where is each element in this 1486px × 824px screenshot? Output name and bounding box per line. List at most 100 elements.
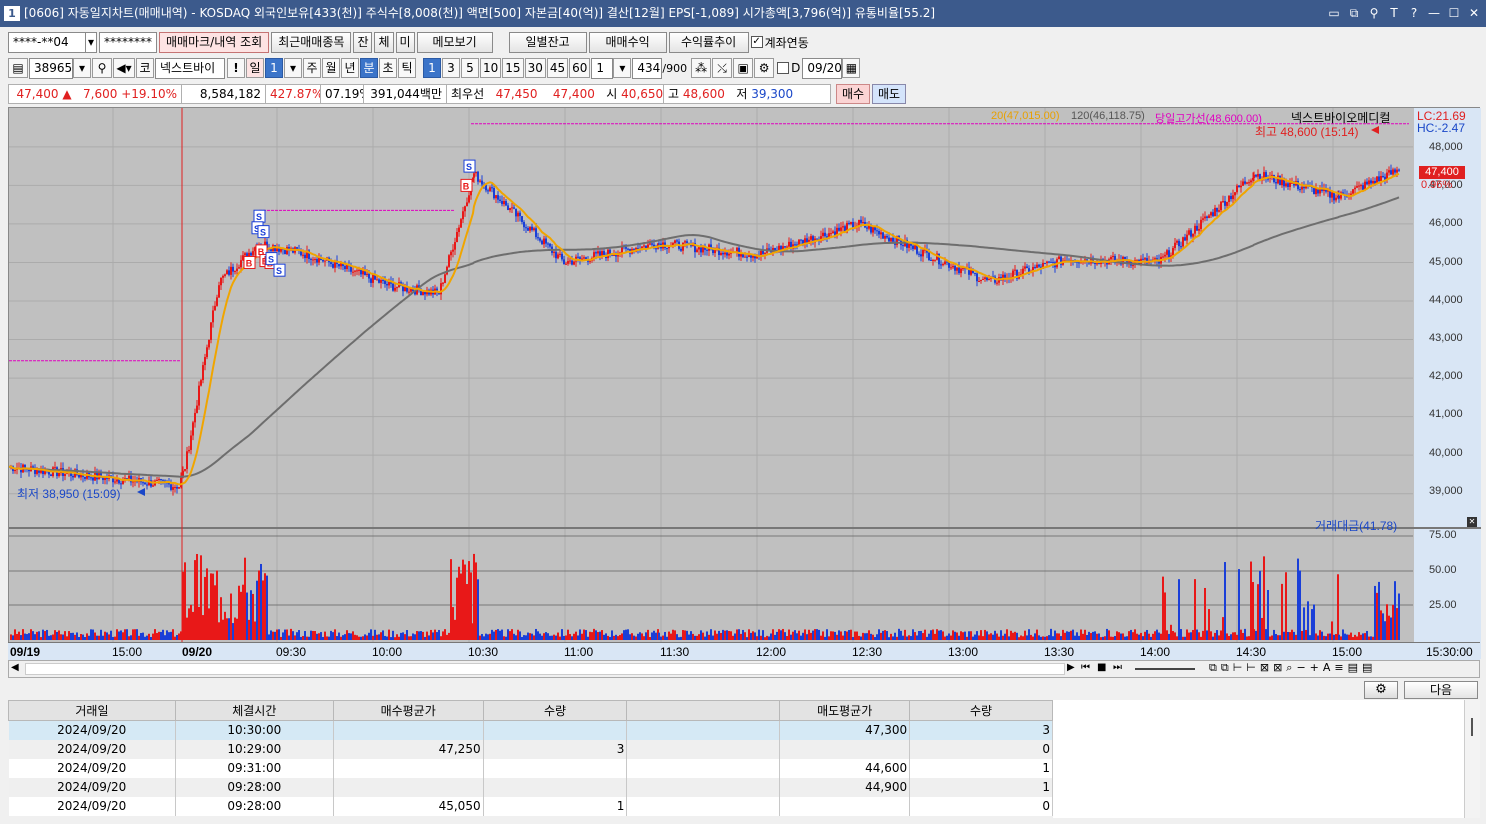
account-link-checkbox[interactable]: ✓ <box>750 36 763 48</box>
chart-canvas[interactable]: SSSBBBBSSSB <box>9 108 1481 642</box>
table-row[interactable]: 2024/09/20 09:28:00 45,050 1 0 <box>8 796 1053 816</box>
filled-button[interactable]: 체 <box>374 31 394 53</box>
sell-button[interactable]: 매도 <box>872 84 906 104</box>
col-sell-avg[interactable]: 매도평균가 <box>779 700 911 721</box>
period-second[interactable]: 초 <box>379 58 397 78</box>
minute-10[interactable]: 10 <box>480 58 502 78</box>
pin-icon[interactable]: ⚲ <box>1368 0 1380 27</box>
alert-icon[interactable]: ! <box>227 58 245 78</box>
help-icon[interactable]: ? <box>1408 0 1420 27</box>
search-icon[interactable]: ⚲ <box>92 58 112 78</box>
candle-body <box>954 265 956 271</box>
volume-bar <box>1297 558 1299 640</box>
volume-bar <box>950 635 952 640</box>
buy-button[interactable]: 매수 <box>836 84 870 104</box>
table-row[interactable]: 2024/09/20 09:31:00 44,600 1 <box>8 758 1053 778</box>
dock-icon[interactable]: ▭ <box>1328 0 1340 27</box>
table-row[interactable]: 2024/09/20 10:30:00 47,300 3 <box>8 720 1053 740</box>
maximize-button[interactable]: ☐ <box>1448 0 1460 27</box>
password-input[interactable]: ******** <box>99 31 157 53</box>
return-trend-button[interactable]: 수익률추이 <box>668 31 749 53</box>
trade-profit-button[interactable]: 매매수익 <box>588 31 667 53</box>
table-cell <box>626 777 781 797</box>
candle-body <box>944 261 946 265</box>
table-row[interactable]: 2024/09/20 09:28:00 44,900 1 <box>8 777 1053 797</box>
period-year[interactable]: 년 <box>341 58 359 78</box>
stop-icon[interactable]: ■ <box>1097 662 1106 673</box>
recent-trades-button[interactable]: 최근매매종목 <box>271 31 352 53</box>
period-minute[interactable]: 분 <box>360 58 378 78</box>
period-day[interactable]: 일 <box>246 58 264 78</box>
volume-bar <box>906 636 908 640</box>
candle-body <box>220 277 222 286</box>
volume-bar <box>860 636 862 640</box>
scroll-right-icon[interactable]: ▶ <box>1067 662 1075 673</box>
indicator-icon[interactable]: ⁂ <box>691 58 712 78</box>
forward-icon[interactable]: ⏭ <box>1113 662 1122 673</box>
col-buy-avg[interactable]: 매수평균가 <box>332 700 484 721</box>
count-select[interactable]: 1 <box>591 57 614 79</box>
date-input[interactable]: 09/20 <box>802 57 843 79</box>
col-sell-qty[interactable]: 수량 <box>909 700 1053 721</box>
zoom-slider[interactable] <box>1135 668 1195 670</box>
grid-settings-icon[interactable]: ⚙ <box>1364 681 1398 699</box>
minute-45[interactable]: 45 <box>546 58 569 78</box>
daily-balance-button[interactable]: 일별잔고 <box>508 31 587 53</box>
save-icon[interactable]: ▣ <box>733 58 754 78</box>
draw-tool-icon[interactable]: ⤯ <box>712 58 733 78</box>
period-week[interactable]: 주 <box>303 58 321 78</box>
period-dropdown-icon[interactable]: ▾ <box>284 58 302 78</box>
trade-mark-query-button[interactable]: 매매마크/내역 조회 <box>159 31 270 53</box>
minute-1[interactable]: 1 <box>423 58 441 78</box>
minimize-button[interactable]: — <box>1428 0 1440 27</box>
cascade-icon[interactable]: ⧉ <box>1348 0 1360 27</box>
minute-60[interactable]: 60 <box>569 58 591 78</box>
count-dropdown-icon[interactable]: ▾ <box>613 58 632 78</box>
minute-3[interactable]: 3 <box>442 58 460 78</box>
candle-body <box>384 280 386 285</box>
col-trade-time[interactable]: 체결시간 <box>174 700 334 721</box>
table-row[interactable]: 2024/09/20 10:29:00 47,250 3 0 <box>8 739 1053 759</box>
close-button[interactable]: ✕ <box>1468 0 1480 27</box>
account-dropdown-icon[interactable]: ▾ <box>85 31 97 53</box>
sound-icon[interactable]: ◀▾ <box>113 58 135 78</box>
close-pane-icon[interactable]: ✕ <box>1467 517 1477 527</box>
period-tick[interactable]: 틱 <box>398 58 416 78</box>
volume-bar <box>828 636 830 640</box>
count-input[interactable]: 434 <box>632 57 663 79</box>
calendar-icon[interactable]: ▦ <box>842 58 861 78</box>
settings-icon[interactable]: ⚙ <box>754 58 775 78</box>
period-day-count[interactable]: 1 <box>265 58 283 78</box>
minute-30[interactable]: 30 <box>524 58 546 78</box>
unfilled-button[interactable]: 미 <box>395 31 415 53</box>
volume-bar <box>1078 635 1080 640</box>
date-checkbox[interactable] <box>777 62 790 74</box>
volume-bar <box>728 630 730 640</box>
rewind-icon[interactable]: ⏮ <box>1081 662 1090 673</box>
minute-15[interactable]: 15 <box>502 58 524 78</box>
account-input[interactable]: ****-**04 <box>8 31 86 53</box>
col-trade-date[interactable]: 거래일 <box>8 700 176 721</box>
col-buy-qty[interactable]: 수량 <box>482 700 628 721</box>
next-button[interactable]: 다음 <box>1404 681 1478 699</box>
chart-type-icon[interactable]: ▤ <box>8 58 28 78</box>
stock-code-input[interactable]: 389650 <box>29 57 80 79</box>
font-icon[interactable]: T <box>1388 0 1400 27</box>
volume-bar <box>495 629 497 640</box>
table-scrollbar[interactable] <box>1464 700 1480 818</box>
scroll-thumb[interactable] <box>25 663 1065 675</box>
code-dropdown-icon[interactable]: ▾ <box>73 58 91 78</box>
memo-button[interactable]: 메모보기 <box>416 31 493 53</box>
period-month[interactable]: 월 <box>322 58 340 78</box>
volume-bar <box>992 634 994 640</box>
volume-bar <box>66 636 68 640</box>
stock-name-field[interactable]: 넥스트바이 <box>155 57 225 79</box>
volume-bar <box>1301 630 1303 640</box>
scroll-left-icon[interactable]: ◀ <box>11 662 19 673</box>
chart-tools-icons[interactable]: ⧉⧉⊢⊢⊠⊠⌕−+A≡▤▤ <box>1209 661 1376 675</box>
candle-body <box>487 190 489 192</box>
chart-area[interactable]: SSSBBBBSSSB 48,00047,00046,00045,00044,0… <box>8 107 1481 659</box>
chart-scrollbar[interactable]: ◀ ▶ ⏮ ■ ⏭ ⧉⧉⊢⊢⊠⊠⌕−+A≡▤▤ <box>8 660 1480 678</box>
balance-button[interactable]: 잔 <box>353 31 373 53</box>
minute-5[interactable]: 5 <box>461 58 479 78</box>
